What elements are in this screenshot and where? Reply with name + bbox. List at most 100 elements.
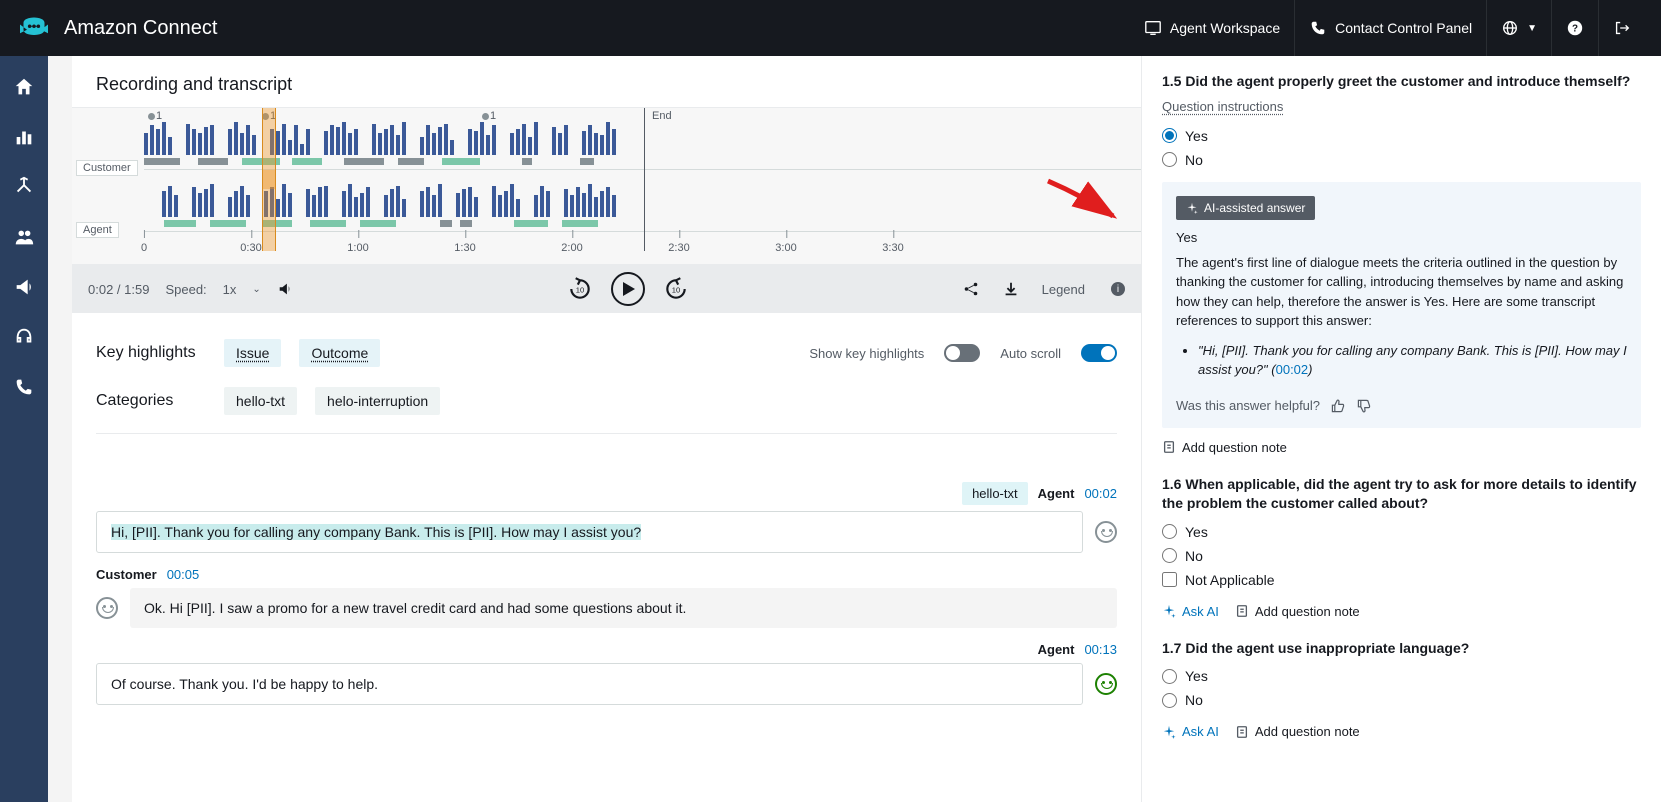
ai-assisted-badge: AI-assisted answer xyxy=(1176,196,1315,220)
agent-track-label: Agent xyxy=(76,222,119,238)
legend-info-icon[interactable]: i xyxy=(1111,282,1125,296)
question-instructions-link[interactable]: Question instructions xyxy=(1162,99,1283,114)
sidebar-phone[interactable] xyxy=(13,376,35,398)
radio-yes[interactable] xyxy=(1162,524,1177,539)
note-icon xyxy=(1235,725,1249,739)
note-icon xyxy=(1235,604,1249,618)
thumbs-down-icon[interactable] xyxy=(1356,398,1372,414)
sentiment-positive-icon xyxy=(1095,673,1117,695)
add-question-note-button[interactable]: Add question note xyxy=(1235,724,1360,739)
product-logo[interactable]: Amazon Connect xyxy=(16,14,217,42)
ai-transcript-quote: "Hi, [PII]. Thank you for calling any co… xyxy=(1198,341,1627,380)
sparkle-icon xyxy=(1186,202,1198,214)
waveform-area[interactable]: Customer 1 1 1 End Agent xyxy=(72,107,1141,265)
ccp-link[interactable]: Contact Control Panel xyxy=(1294,0,1486,56)
transcript-bubble[interactable]: Hi, [PII]. Thank you for calling any com… xyxy=(96,511,1083,553)
svg-text:10: 10 xyxy=(576,285,584,294)
utterance-tag[interactable]: hello-txt xyxy=(962,482,1028,505)
speed-caret-icon[interactable]: ⌄ xyxy=(252,284,260,295)
ai-assisted-answer-box: AI-assisted answer Yes The agent's first… xyxy=(1162,182,1641,428)
svg-text:?: ? xyxy=(1572,24,1578,35)
radio-no[interactable] xyxy=(1162,693,1177,708)
speed-value[interactable]: 1x xyxy=(223,282,237,297)
add-question-note-button[interactable]: Add question note xyxy=(1162,440,1287,455)
speaker-customer: Customer xyxy=(96,567,157,582)
transcript-bubble[interactable]: Ok. Hi [PII]. I saw a promo for a new tr… xyxy=(130,588,1117,628)
legend-label[interactable]: Legend xyxy=(1042,282,1085,297)
feedback-prompt: Was this answer helpful? xyxy=(1176,398,1320,413)
timestamp-link[interactable]: 00:02 xyxy=(1084,486,1117,501)
customer-waveform[interactable]: 1 1 1 End xyxy=(144,108,1141,170)
chip-issue[interactable]: Issue xyxy=(224,339,281,367)
customer-track-label: Customer xyxy=(76,160,138,176)
evaluation-panel: ∥ 1.5 Did the agent properly greet the c… xyxy=(1141,56,1661,802)
sidebar-announce[interactable] xyxy=(13,276,35,298)
radio-yes[interactable] xyxy=(1162,669,1177,684)
ask-ai-button[interactable]: Ask AI xyxy=(1162,604,1219,619)
help-icon: ? xyxy=(1566,19,1584,37)
radio-no[interactable] xyxy=(1162,548,1177,563)
ask-ai-button[interactable]: Ask AI xyxy=(1162,724,1219,739)
agent-waveform[interactable] xyxy=(144,170,1141,232)
logout-button[interactable] xyxy=(1598,0,1645,56)
timestamp-link[interactable]: 00:05 xyxy=(167,567,200,582)
sentiment-neutral-icon xyxy=(1095,521,1117,543)
forward-10-button[interactable]: 10 xyxy=(663,276,689,302)
recording-title: Recording and transcript xyxy=(72,56,1141,107)
key-highlights-label: Key highlights xyxy=(96,344,206,362)
sidebar-headset[interactable] xyxy=(13,326,35,348)
side-nav xyxy=(0,56,48,802)
volume-icon[interactable] xyxy=(277,280,295,298)
show-key-highlights-toggle[interactable] xyxy=(944,344,980,362)
option-yes[interactable]: Yes xyxy=(1162,520,1641,544)
transcript-list: hello-txt Agent 00:02 Hi, [PII]. Thank y… xyxy=(72,482,1141,729)
audio-player-bar: 0:02 / 1:59 Speed: 1x ⌄ 10 10 Legend i xyxy=(72,265,1141,313)
language-selector[interactable]: ▼ xyxy=(1486,0,1551,56)
agent-workspace-link[interactable]: Agent Workspace xyxy=(1130,0,1294,56)
panel-resize-handle[interactable]: ∥ xyxy=(1141,421,1142,438)
option-no[interactable]: No xyxy=(1162,544,1641,568)
option-no[interactable]: No xyxy=(1162,688,1641,712)
quote-timestamp-link[interactable]: 00:02 xyxy=(1276,362,1309,377)
speaker-agent: Agent xyxy=(1038,486,1075,501)
option-yes[interactable]: Yes xyxy=(1162,124,1641,148)
rewind-10-button[interactable]: 10 xyxy=(567,276,593,302)
product-name: Amazon Connect xyxy=(64,17,217,40)
transcript-bubble[interactable]: Of course. Thank you. I'd be happy to he… xyxy=(96,663,1083,705)
globe-icon xyxy=(1501,19,1519,37)
speed-label: Speed: xyxy=(165,282,206,297)
play-button[interactable] xyxy=(611,272,645,306)
option-na[interactable]: Not Applicable xyxy=(1162,568,1641,592)
time-axis: 0 0:30 1:00 1:30 2:00 2:30 3:00 3:30 xyxy=(144,232,1141,264)
auto-scroll-toggle[interactable] xyxy=(1081,344,1117,362)
timestamp-link[interactable]: 00:13 xyxy=(1084,642,1117,657)
question-title: 1.6 When applicable, did the agent try t… xyxy=(1162,475,1641,514)
question-title: 1.7 Did the agent use inappropriate lang… xyxy=(1162,639,1641,659)
share-icon[interactable] xyxy=(962,280,980,298)
thumbs-up-icon[interactable] xyxy=(1330,398,1346,414)
radio-no[interactable] xyxy=(1162,152,1177,167)
option-yes[interactable]: Yes xyxy=(1162,664,1641,688)
sidebar-home[interactable] xyxy=(13,76,35,98)
option-no[interactable]: No xyxy=(1162,148,1641,172)
help-button[interactable]: ? xyxy=(1551,0,1598,56)
sidebar-users[interactable] xyxy=(13,226,35,248)
sidebar-analytics[interactable] xyxy=(13,126,35,148)
chip-hello-txt[interactable]: hello-txt xyxy=(224,387,297,415)
svg-text:10: 10 xyxy=(672,285,680,294)
add-question-note-button[interactable]: Add question note xyxy=(1235,604,1360,619)
ai-answer-value: Yes xyxy=(1176,230,1627,245)
question-title: 1.5 Did the agent properly greet the cus… xyxy=(1162,72,1641,92)
download-icon[interactable] xyxy=(1002,280,1020,298)
checkbox-na[interactable] xyxy=(1162,572,1177,587)
radio-yes[interactable] xyxy=(1162,128,1177,143)
question-1-5: 1.5 Did the agent properly greet the cus… xyxy=(1162,72,1641,455)
sparkle-icon xyxy=(1162,725,1176,739)
question-1-7: 1.7 Did the agent use inappropriate lang… xyxy=(1162,639,1641,740)
playhead-agent[interactable] xyxy=(262,170,276,251)
sidebar-routing[interactable] xyxy=(13,176,35,198)
chip-helo-interruption[interactable]: helo-interruption xyxy=(315,387,440,415)
categories-label: Categories xyxy=(96,392,206,410)
top-nav-bar: Amazon Connect Agent Workspace Contact C… xyxy=(0,0,1661,56)
chip-outcome[interactable]: Outcome xyxy=(299,339,380,367)
